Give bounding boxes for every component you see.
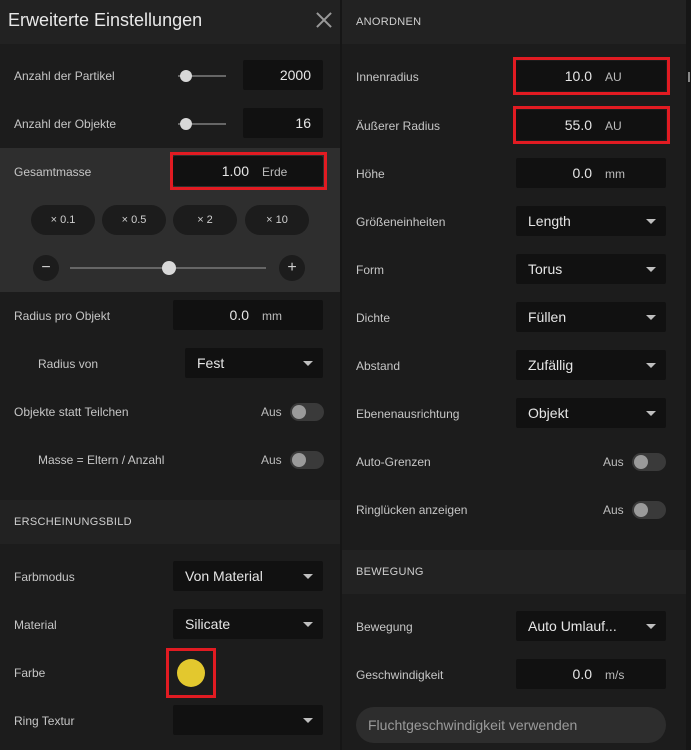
chevron-down-icon <box>646 411 656 416</box>
density-select[interactable]: Füllen <box>516 302 666 332</box>
appearance-section-header[interactable]: ERSCHEINUNGSBILD <box>0 500 340 544</box>
panel-title: Erweiterte Einstellungen <box>8 10 203 30</box>
ring-texture-select[interactable] <box>173 705 323 735</box>
auto-bounds-label: Auto-Grenzen <box>356 455 431 469</box>
material-select[interactable]: Silicate <box>173 609 323 639</box>
plane-alignment-select[interactable]: Objekt <box>516 398 666 428</box>
size-units-select[interactable]: Length <box>516 206 666 236</box>
chevron-down-icon <box>646 219 656 224</box>
close-icon[interactable] <box>314 10 334 30</box>
object-count-slider-knob[interactable] <box>180 118 192 130</box>
total-mass-label: Gesamtmasse <box>14 165 92 179</box>
panel-titlebar: Erweiterte Einstellungen <box>0 0 340 44</box>
color-mode-label: Farbmodus <box>14 570 75 584</box>
objects-instead-particles-label: Objekte statt Teilchen <box>14 405 129 419</box>
particle-count-slider-knob[interactable] <box>180 70 192 82</box>
motion-select[interactable]: Auto Umlauf... <box>516 611 666 641</box>
height-input[interactable]: 0.0 mm <box>516 158 666 188</box>
mass-multiplier-0.1-button[interactable]: × 0.1 <box>31 205 95 235</box>
mass-slider-knob[interactable] <box>162 261 176 275</box>
plane-alignment-label: Ebenenausrichtung <box>356 407 460 421</box>
size-units-label: Größeneinheiten <box>356 215 446 229</box>
chevron-down-icon <box>303 622 313 627</box>
particle-count-label: Anzahl der Partikel <box>14 69 115 83</box>
mass-multiplier-10-button[interactable]: × 10 <box>245 205 309 235</box>
radius-per-object-input[interactable]: 0.0 mm <box>173 300 323 330</box>
inner-radius-label: Innenradius <box>356 70 419 84</box>
chevron-down-icon <box>303 574 313 579</box>
mass-parent-count-label: Masse = Eltern / Anzahl <box>38 453 165 467</box>
color-label: Farbe <box>14 666 46 680</box>
color-swatch <box>177 659 205 687</box>
show-ring-gaps-toggle[interactable] <box>632 501 666 519</box>
radius-per-object-label: Radius pro Objekt <box>14 309 111 323</box>
inner-radius-highlight <box>513 57 670 95</box>
shape-label: Form <box>356 263 384 277</box>
auto-bounds-state: Aus <box>603 455 624 469</box>
objects-instead-particles-toggle[interactable] <box>290 403 324 421</box>
motion-label: Bewegung <box>356 620 413 634</box>
outer-radius-highlight <box>513 106 670 144</box>
color-mode-select[interactable]: Von Material <box>173 561 323 591</box>
speed-label: Geschwindigkeit <box>356 668 444 682</box>
spacing-label: Abstand <box>356 359 401 373</box>
radius-from-select[interactable]: Fest <box>185 348 323 378</box>
chevron-down-icon <box>646 315 656 320</box>
total-mass-highlight <box>170 152 327 190</box>
ring-texture-label: Ring Textur <box>14 714 75 728</box>
color-picker[interactable] <box>166 648 216 698</box>
mass-increase-button[interactable]: + <box>279 255 305 281</box>
spacing-select[interactable]: Zufällig <box>516 350 666 380</box>
chevron-down-icon <box>646 363 656 368</box>
objects-instead-particles-state: Aus <box>261 405 282 419</box>
show-ring-gaps-label: Ringlücken anzeigen <box>356 503 468 517</box>
chevron-down-icon <box>646 624 656 629</box>
mass-multiplier-2-button[interactable]: × 2 <box>173 205 237 235</box>
show-ring-gaps-state: Aus <box>603 503 624 517</box>
arrange-motion-panel: ANORDNEN Innenradius 10.0 AU Äußerer Rad… <box>342 0 686 750</box>
arrange-section-header[interactable]: ANORDNEN <box>342 0 686 44</box>
material-label: Material <box>14 618 57 632</box>
mass-multiplier-0.5-button[interactable]: × 0.5 <box>102 205 166 235</box>
object-count-label: Anzahl der Objekte <box>14 117 117 131</box>
motion-section-header[interactable]: BEWEGUNG <box>342 550 686 594</box>
radius-from-label: Radius von <box>38 357 99 371</box>
object-count-input[interactable]: 16 <box>243 108 323 138</box>
outer-radius-label: Äußerer Radius <box>356 119 441 133</box>
height-label: Höhe <box>356 167 385 181</box>
density-label: Dichte <box>356 311 391 325</box>
chevron-down-icon <box>303 361 313 366</box>
speed-input[interactable]: 0.0 m/s <box>516 659 666 689</box>
advanced-settings-panel: Erweiterte Einstellungen Anzahl der Part… <box>0 0 340 750</box>
mass-decrease-button[interactable]: − <box>33 255 59 281</box>
particle-count-input[interactable]: 2000 <box>243 60 323 90</box>
auto-bounds-toggle[interactable] <box>632 453 666 471</box>
window-edge <box>686 0 691 750</box>
edge-marker <box>688 72 690 82</box>
chevron-down-icon <box>303 718 313 723</box>
shape-select[interactable]: Torus <box>516 254 666 284</box>
escape-velocity-button[interactable]: Fluchtgeschwindigkeit verwenden <box>356 707 666 743</box>
mass-parent-count-state: Aus <box>261 453 282 467</box>
chevron-down-icon <box>646 267 656 272</box>
mass-parent-count-toggle[interactable] <box>290 451 324 469</box>
